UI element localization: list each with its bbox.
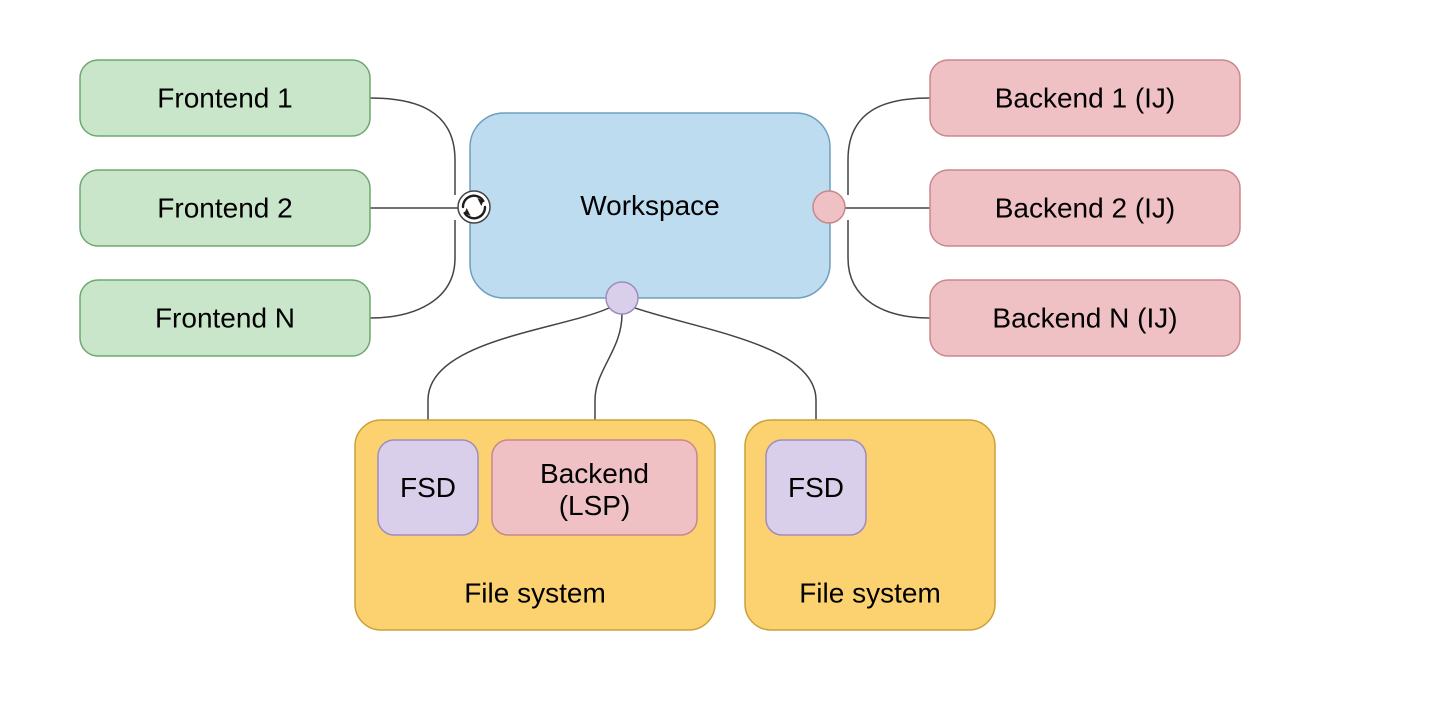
edge-backendN-right — [848, 220, 930, 318]
node-backendN: Backend N (IJ) — [930, 280, 1240, 356]
node-frontendN-label: Frontend N — [155, 302, 295, 333]
node-frontend2: Frontend 2 — [80, 170, 370, 246]
node-fsd2-label: FSD — [788, 472, 844, 503]
node-frontend2-label: Frontend 2 — [157, 192, 292, 223]
node-fs1-label: File system — [464, 577, 606, 608]
node-lsp-label-1: (LSP) — [559, 490, 631, 521]
node-fsd1: FSD — [378, 440, 478, 535]
sync-icon — [458, 191, 490, 223]
port-bottom — [606, 282, 638, 314]
port-right-circle — [813, 191, 845, 223]
node-backend2-label: Backend 2 (IJ) — [995, 192, 1176, 223]
node-lsp-label-0: Backend — [540, 458, 649, 489]
node-backend2: Backend 2 (IJ) — [930, 170, 1240, 246]
node-backend1-label: Backend 1 (IJ) — [995, 82, 1176, 113]
node-workspace-label: Workspace — [580, 190, 720, 221]
node-fsd2: FSD — [766, 440, 866, 535]
node-backend1: Backend 1 (IJ) — [930, 60, 1240, 136]
node-frontendN: Frontend N — [80, 280, 370, 356]
node-fs2-label: File system — [799, 577, 941, 608]
node-backendN-label: Backend N (IJ) — [992, 302, 1177, 333]
architecture-diagram: File system File system Frontend 1 Frontend… — [0, 0, 1454, 706]
node-frontend1-label: Frontend 1 — [157, 82, 292, 113]
node-lsp: Backend(LSP) — [492, 440, 697, 535]
port-right — [813, 191, 845, 223]
port-bottom-circle — [606, 282, 638, 314]
edge-frontend1-sync — [370, 98, 455, 195]
node-frontend1: Frontend 1 — [80, 60, 370, 136]
edge-frontendN-sync — [370, 220, 455, 318]
node-workspace: Workspace — [470, 113, 830, 298]
edge-backend1-right — [848, 98, 930, 195]
node-fsd1-label: FSD — [400, 472, 456, 503]
